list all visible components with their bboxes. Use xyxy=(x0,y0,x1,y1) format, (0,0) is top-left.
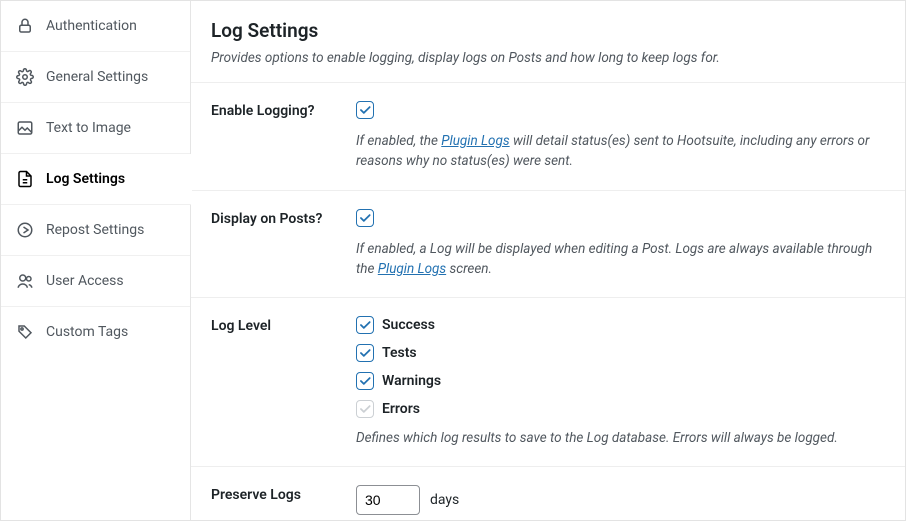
sidebar-item-authentication[interactable]: Authentication xyxy=(1,1,190,52)
row-preserve-logs: Preserve Logs days The number of days to… xyxy=(191,466,905,520)
log-level-help: Defines which log results to save to the… xyxy=(356,428,885,448)
page-header: Log Settings Provides options to enable … xyxy=(191,1,905,82)
log-level-warnings-checkbox[interactable] xyxy=(356,372,374,390)
log-level-success-label: Success xyxy=(382,317,435,333)
page-description: Provides options to enable logging, disp… xyxy=(211,50,885,66)
log-level-tests-label: Tests xyxy=(382,345,417,361)
enable-logging-help: If enabled, the Plugin Logs will detail … xyxy=(356,131,885,172)
log-level-errors-label: Errors xyxy=(382,401,420,417)
log-level-success-checkbox[interactable] xyxy=(356,316,374,334)
row-enable-logging: Enable Logging? If enabled, the Plugin L… xyxy=(191,82,905,190)
tag-icon xyxy=(16,323,34,341)
sidebar-item-label: General Settings xyxy=(46,69,148,85)
repost-icon xyxy=(16,221,34,239)
document-icon xyxy=(16,170,34,188)
sidebar-item-text-to-image[interactable]: Text to Image xyxy=(1,103,190,154)
log-level-tests-checkbox[interactable] xyxy=(356,344,374,362)
sidebar-item-general-settings[interactable]: General Settings xyxy=(1,52,190,103)
log-level-errors-checkbox xyxy=(356,400,374,418)
preserve-logs-label: Preserve Logs xyxy=(211,485,356,520)
gear-icon xyxy=(16,68,34,86)
enable-logging-checkbox[interactable] xyxy=(356,101,374,119)
row-log-level: Log Level Success Tests xyxy=(191,297,905,466)
settings-main: Log Settings Provides options to enable … xyxy=(191,1,905,520)
sidebar-item-label: Repost Settings xyxy=(46,222,144,238)
enable-logging-label: Enable Logging? xyxy=(211,101,356,172)
sidebar-item-log-settings[interactable]: Log Settings xyxy=(1,154,191,205)
preserve-logs-unit: days xyxy=(430,492,459,508)
display-on-posts-label: Display on Posts? xyxy=(211,209,356,280)
lock-icon xyxy=(16,17,34,35)
sidebar-item-label: Authentication xyxy=(46,18,137,34)
display-on-posts-checkbox[interactable] xyxy=(356,209,374,227)
log-level-label: Log Level xyxy=(211,316,356,448)
sidebar-item-custom-tags[interactable]: Custom Tags xyxy=(1,307,190,357)
sidebar-item-label: Text to Image xyxy=(46,120,131,136)
page-title: Log Settings xyxy=(211,19,885,42)
sidebar-item-label: Custom Tags xyxy=(46,324,128,340)
plugin-logs-link[interactable]: Plugin Logs xyxy=(441,133,509,149)
display-on-posts-help: If enabled, a Log will be displayed when… xyxy=(356,239,885,280)
plugin-logs-link[interactable]: Plugin Logs xyxy=(378,261,446,277)
users-icon xyxy=(16,272,34,290)
settings-container: Authentication General Settings Text to … xyxy=(0,0,906,521)
sidebar-item-user-access[interactable]: User Access xyxy=(1,256,190,307)
sidebar-item-label: User Access xyxy=(46,273,124,289)
preserve-logs-input[interactable] xyxy=(356,485,420,515)
sidebar-item-label: Log Settings xyxy=(46,171,125,187)
row-display-on-posts: Display on Posts? If enabled, a Log will… xyxy=(191,190,905,298)
image-icon xyxy=(16,119,34,137)
sidebar-item-repost-settings[interactable]: Repost Settings xyxy=(1,205,190,256)
settings-sidebar: Authentication General Settings Text to … xyxy=(1,1,191,520)
log-level-warnings-label: Warnings xyxy=(382,373,441,389)
